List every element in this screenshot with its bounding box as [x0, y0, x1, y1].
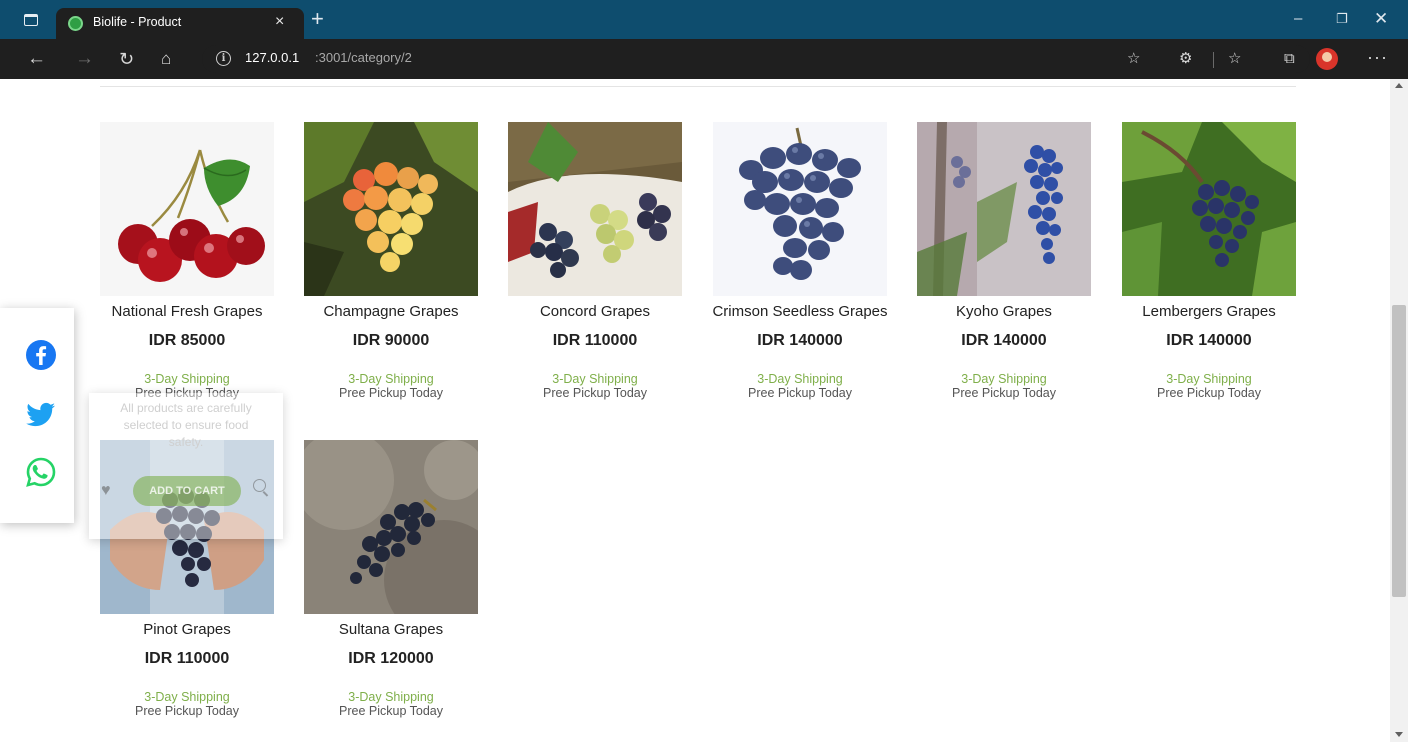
shipping-label: 3-Day Shipping [348, 690, 434, 704]
reload-button[interactable]: ↻ [119, 48, 134, 70]
shipping-label: 3-Day Shipping [348, 372, 434, 386]
window-menu-icon[interactable] [24, 14, 38, 26]
tab-favicon-icon [68, 16, 83, 31]
page-scrollbar[interactable] [1390, 79, 1408, 742]
site-info-icon[interactable]: i [216, 51, 231, 66]
pickup-label: Pree Pickup Today [952, 386, 1056, 400]
wishlist-heart-icon[interactable]: ♥ [101, 482, 111, 500]
product-name[interactable]: Champagne Grapes [284, 303, 498, 320]
product-name[interactable]: Lembergers Grapes [1102, 303, 1316, 320]
product-price: IDR 85000 [148, 332, 226, 349]
product-name[interactable]: National Fresh Grapes [80, 303, 294, 320]
product-card[interactable]: National Fresh Grapes IDR 85000 3-Day Sh… [100, 122, 274, 422]
product-image-mixed-grapes-basket[interactable] [508, 122, 682, 296]
facebook-icon[interactable] [25, 339, 57, 371]
home-button[interactable]: ⌂ [161, 48, 171, 70]
product-description: All products are carefully selected to e… [120, 401, 252, 449]
back-button[interactable]: ← [27, 48, 46, 70]
product-image-grapes-on-vine[interactable] [917, 122, 1091, 296]
quick-view-search-icon[interactable] [253, 479, 266, 492]
add-to-cart-button[interactable]: ADD TO CART [133, 476, 241, 506]
profile-avatar[interactable] [1316, 48, 1338, 70]
browser-title-bar: Biolife - Product × + – ❐ ✕ [0, 0, 1408, 39]
product-card[interactable]: Champagne Grapes IDR 90000 3-Day Shippin… [304, 122, 478, 422]
product-price: IDR 90000 [352, 332, 430, 349]
minimize-button[interactable]: – [1294, 9, 1302, 29]
pickup-label: Pree Pickup Today [339, 704, 443, 718]
extensions-icon[interactable]: ⚙ [1179, 48, 1192, 70]
social-share-bar [0, 308, 74, 523]
collections-icon[interactable]: ⧉ [1284, 48, 1295, 70]
product-card[interactable]: Sultana Grapes IDR 120000 3-Day Shipping… [304, 440, 478, 740]
new-tab-button[interactable]: + [311, 8, 324, 30]
shipping-label: 3-Day Shipping [552, 372, 638, 386]
pickup-label: Pree Pickup Today [135, 704, 239, 718]
more-menu-icon[interactable]: ··· [1367, 46, 1388, 68]
pickup-label: Pree Pickup Today [543, 386, 647, 400]
product-card[interactable]: Concord Grapes IDR 110000 3-Day Shipping… [508, 122, 682, 422]
whatsapp-icon[interactable] [25, 456, 57, 488]
product-card[interactable]: Kyoho Grapes IDR 140000 3-Day Shipping P… [917, 122, 1091, 422]
tab-close-icon[interactable]: × [275, 12, 284, 32]
product-image-vineyard-grapes[interactable] [1122, 122, 1296, 296]
pickup-label: Pree Pickup Today [339, 386, 443, 400]
product-name[interactable]: Crimson Seedless Grapes [693, 303, 907, 320]
page-content: National Fresh Grapes IDR 85000 3-Day Sh… [0, 79, 1390, 742]
scroll-up-arrow-icon[interactable] [1395, 83, 1403, 88]
toolbar-divider [1213, 52, 1214, 68]
product-name[interactable]: Kyoho Grapes [897, 303, 1111, 320]
shipping-label: 3-Day Shipping [144, 372, 230, 386]
product-hover-panel: All products are carefully selected to e… [89, 393, 283, 539]
url-field[interactable]: i 127.0.0.1 :3001/category/2 [202, 45, 1310, 73]
product-card[interactable]: Lembergers Grapes IDR 140000 3-Day Shipp… [1122, 122, 1296, 422]
product-price: IDR 140000 [757, 332, 843, 349]
product-price: IDR 140000 [961, 332, 1047, 349]
shipping-label: 3-Day Shipping [757, 372, 843, 386]
avatar-face [1322, 52, 1332, 62]
shipping-label: 3-Day Shipping [1166, 372, 1252, 386]
product-image-grapes-on-stone[interactable] [304, 440, 478, 614]
product-image-dark-grape-bunch[interactable] [713, 122, 887, 296]
top-divider [100, 86, 1296, 87]
product-price: IDR 140000 [1166, 332, 1252, 349]
address-bar: ← → ↻ ⌂ i 127.0.0.1 :3001/category/2 ☆ ⚙… [0, 39, 1408, 79]
product-image-cherries[interactable] [100, 122, 274, 296]
tab-title: Biolife - Product [93, 15, 182, 29]
add-favorite-icon[interactable]: ☆ [1127, 48, 1140, 70]
restore-button[interactable]: ❐ [1336, 9, 1348, 29]
product-name[interactable]: Sultana Grapes [284, 621, 498, 638]
product-name[interactable]: Concord Grapes [488, 303, 702, 320]
shipping-label: 3-Day Shipping [144, 690, 230, 704]
product-price: IDR 110000 [552, 332, 638, 349]
scrollbar-thumb[interactable] [1392, 305, 1406, 597]
product-card[interactable]: Crimson Seedless Grapes IDR 140000 3-Day… [712, 122, 888, 422]
close-window-button[interactable]: ✕ [1374, 9, 1388, 29]
pickup-label: Pree Pickup Today [1157, 386, 1261, 400]
twitter-icon[interactable] [25, 398, 57, 430]
forward-button[interactable]: → [75, 48, 94, 70]
product-price: IDR 110000 [144, 650, 230, 667]
product-image-champagne-grapes[interactable] [304, 122, 478, 296]
favorites-icon[interactable]: ☆ [1228, 48, 1241, 70]
product-name[interactable]: Pinot Grapes [80, 621, 294, 638]
url-host: 127.0.0.1 [245, 50, 300, 65]
browser-tab[interactable]: Biolife - Product × [56, 8, 304, 39]
url-path: :3001/category/2 [315, 50, 412, 65]
pickup-label: Pree Pickup Today [748, 386, 852, 400]
shipping-label: 3-Day Shipping [961, 372, 1047, 386]
product-price: IDR 120000 [348, 650, 434, 667]
scroll-down-arrow-icon[interactable] [1395, 732, 1403, 737]
